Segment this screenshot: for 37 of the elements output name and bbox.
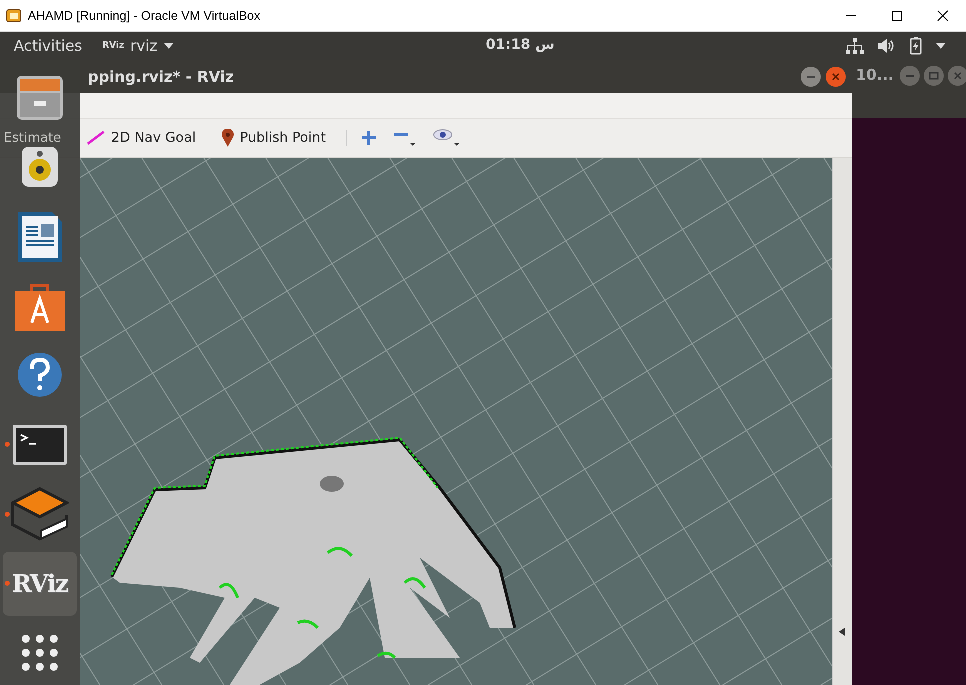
minimize-icon — [906, 75, 914, 77]
maximize-icon — [891, 10, 903, 22]
host-window-title: AHAMD [Running] - Oracle VM VirtualBox — [28, 8, 260, 22]
volume-icon[interactable] — [878, 38, 896, 54]
running-indicator — [5, 512, 10, 517]
app-grid-icon[interactable] — [21, 634, 59, 672]
box-icon[interactable] — [11, 487, 69, 542]
network-icon[interactable] — [846, 38, 864, 54]
help-icon[interactable] — [16, 352, 64, 398]
document-icon[interactable] — [16, 210, 64, 263]
app-menu[interactable]: RViz rviz — [96, 37, 180, 55]
close-button[interactable] — [826, 66, 846, 86]
activities-button[interactable]: Activities — [0, 37, 96, 55]
close-icon — [954, 72, 962, 80]
caret-icon[interactable] — [936, 43, 946, 49]
battery-icon[interactable] — [910, 37, 922, 55]
map-pin-icon — [222, 129, 234, 147]
clock[interactable]: 01:18 س — [486, 37, 555, 53]
minimize-icon — [807, 76, 815, 78]
scroll-arrow-icon[interactable] — [839, 628, 845, 636]
window-title: 10... — [856, 66, 894, 84]
maximize-icon — [928, 72, 939, 80]
terminal-icon[interactable] — [12, 424, 68, 466]
virtualbox-icon — [6, 8, 22, 24]
close-icon — [832, 72, 840, 80]
publish-point-tool[interactable]: Publish Point — [216, 129, 332, 147]
file-cabinet-icon[interactable] — [16, 74, 64, 121]
minimize-button[interactable] — [801, 66, 821, 86]
caret-icon — [164, 43, 174, 49]
speaker-icon[interactable] — [20, 145, 60, 190]
scrollbar[interactable] — [832, 158, 852, 685]
window-title: pping.rviz* - RViz — [88, 68, 234, 86]
nav-goal-tool[interactable]: 2D Nav Goal — [81, 130, 202, 146]
running-indicator — [5, 442, 10, 448]
pose-estimate-tool[interactable]: Estimate — [0, 130, 62, 146]
close-icon — [937, 10, 949, 22]
running-indicator — [5, 581, 10, 586]
